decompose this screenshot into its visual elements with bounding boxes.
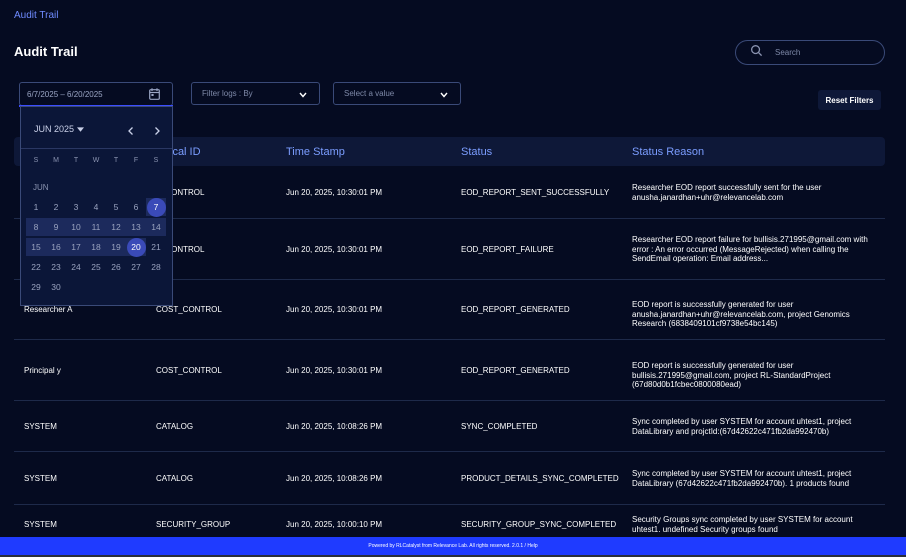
weekday-label: F	[133, 157, 139, 164]
calendar-day[interactable]: 27	[126, 258, 146, 276]
weekday-label: W	[92, 157, 100, 164]
cell-timestamp: Jun 20, 2025, 10:08:26 PM	[286, 422, 383, 431]
calendar-day[interactable]: 28	[146, 258, 166, 276]
cell-user: SYSTEM	[24, 474, 57, 483]
cell-status: EOD_REPORT_GENERATED	[461, 305, 570, 314]
cell-status-reason: Sync completed by user SYSTEM for accoun…	[632, 469, 852, 488]
calendar-day[interactable]: 29	[26, 278, 46, 296]
calendar-day[interactable]: 3	[66, 198, 86, 216]
chevron-right-icon[interactable]	[152, 123, 162, 135]
value-select[interactable]: Select a value	[333, 82, 461, 105]
calendar-day[interactable]: 10	[66, 218, 86, 236]
calendar-day[interactable]: 4	[86, 198, 106, 216]
calendar-day[interactable]: 1	[26, 198, 46, 216]
weekday-label: M	[53, 157, 59, 164]
table-row: SYSTEM CATALOG Jun 20, 2025, 10:08:26 PM SY…	[14, 401, 885, 452]
breadcrumb[interactable]: Audit Trail	[14, 10, 58, 21]
calendar-day[interactable]: 26	[106, 258, 126, 276]
cell-timestamp: Jun 20, 2025, 10:30:01 PM	[286, 366, 383, 375]
calendar-day[interactable]: 21	[146, 238, 166, 256]
caret-down-icon	[77, 126, 85, 132]
cell-status-reason: EOD report is successfully generated for…	[632, 361, 831, 389]
calendar-day[interactable]: 2	[46, 198, 66, 216]
calendar-day[interactable]: 8	[26, 218, 46, 236]
cell-status: PRODUCT_DETAILS_SYNC_COMPLETED	[461, 474, 619, 483]
calendar-day[interactable]: 14	[146, 218, 166, 236]
calendar-day[interactable]: 6	[126, 198, 146, 216]
cell-timestamp: Jun 20, 2025, 10:30:01 PM	[286, 305, 383, 314]
weekday-label: S	[153, 157, 159, 164]
reset-filters-button[interactable]: Reset Filters	[818, 90, 881, 110]
filter-by-select[interactable]: Filter logs : By	[191, 82, 320, 105]
calendar-day[interactable]: 30	[46, 278, 66, 296]
column-header-logical-id[interactable]: ical ID	[170, 146, 201, 158]
calendar-day[interactable]: 23	[46, 258, 66, 276]
calendar-day[interactable]: 13	[126, 218, 146, 236]
cell-logical-id: CATALOG	[156, 422, 194, 431]
table-row: SYSTEM CATALOG Jun 20, 2025, 10:08:26 PM PR…	[14, 452, 885, 505]
filter-by-placeholder: Filter logs : By	[202, 89, 253, 98]
date-range-value: 6/7/2025 – 6/20/2025	[27, 89, 103, 99]
calendar-icon[interactable]	[149, 88, 160, 100]
weekday-label: T	[73, 157, 79, 164]
search-box[interactable]	[735, 40, 885, 65]
cell-user: SYSTEM	[24, 520, 57, 529]
search-input[interactable]	[775, 48, 875, 57]
page-title: Audit Trail	[14, 44, 78, 59]
cell-timestamp: Jun 20, 2025, 10:08:26 PM	[286, 474, 383, 483]
cell-logical-id: SECURITY_GROUP	[156, 520, 231, 529]
column-header-timestamp[interactable]: Time Stamp	[286, 146, 345, 158]
cell-timestamp: Jun 20, 2025, 10:00:10 PM	[286, 520, 383, 529]
column-header-status-reason[interactable]: Status Reason	[632, 146, 704, 158]
cell-status-reason: Security Groups sync completed by user S…	[632, 515, 853, 534]
calendar-day[interactable]: 24	[66, 258, 86, 276]
calendar-day[interactable]: 9	[46, 218, 66, 236]
calendar-day[interactable]: 12	[106, 218, 126, 236]
chevron-down-icon	[440, 91, 448, 98]
table-row: Principal y COST_CONTROL Jun 20, 2025, 10:…	[14, 340, 885, 401]
weekday-label: T	[113, 157, 119, 164]
cell-status-reason: EOD report is successfully generated for…	[632, 300, 850, 328]
calendar-day[interactable]: 20	[126, 238, 146, 256]
calendar-day[interactable]: 22	[26, 258, 46, 276]
month-year-selector[interactable]: JUN 2025	[34, 124, 85, 134]
calendar-day[interactable]: 15	[26, 238, 46, 256]
value-placeholder: Select a value	[344, 89, 395, 98]
calendar-day[interactable]: 5	[106, 198, 126, 216]
cell-status: SYNC_COMPLETED	[461, 422, 538, 431]
cell-status: EOD_REPORT_FAILURE	[461, 245, 554, 254]
date-picker-popup: JUN 2025 SMTWTFS JUN 1 2 3 4 5 6 7 8 9 10 11 12 13 14…	[20, 106, 173, 306]
cell-status-reason: Researcher EOD report failure for bullis…	[632, 235, 868, 263]
calendar-day[interactable]: 19	[106, 238, 126, 256]
chevron-left-icon[interactable]	[126, 123, 136, 135]
calendar-day[interactable]: 25	[86, 258, 106, 276]
date-range-picker[interactable]: 6/7/2025 – 6/20/2025	[19, 82, 173, 106]
cell-status-reason: Researcher EOD report successfully sent …	[632, 183, 822, 202]
calendar-day[interactable]: 17	[66, 238, 86, 256]
search-icon	[750, 44, 763, 62]
cell-logical-id: COST_CONTROL	[156, 366, 222, 375]
cell-status: EOD_REPORT_GENERATED	[461, 366, 570, 375]
cell-user: Researcher A	[24, 305, 73, 314]
chevron-down-icon	[299, 91, 307, 98]
footer: Powered by RLCatalyst from Relevance Lab…	[0, 537, 906, 555]
cell-user: Principal y	[24, 366, 61, 375]
cell-logical-id: CATALOG	[156, 474, 194, 483]
cell-status: EOD_REPORT_SENT_SUCCESSFULLY	[461, 188, 610, 197]
calendar-day[interactable]: 18	[86, 238, 106, 256]
cell-status: SECURITY_GROUP_SYNC_COMPLETED	[461, 520, 617, 529]
month-year-label: JUN 2025	[34, 124, 75, 134]
calendar-day[interactable]: 16	[46, 238, 66, 256]
cell-logical-id: COST_CONTROL	[156, 305, 222, 314]
weekday-label: S	[33, 157, 39, 164]
cell-status-reason: Sync completed by user SYSTEM for accoun…	[632, 417, 852, 436]
calendar-day[interactable]: 11	[86, 218, 106, 236]
cell-user: SYSTEM	[24, 422, 57, 431]
column-header-status[interactable]: Status	[461, 146, 492, 158]
cell-timestamp: Jun 20, 2025, 10:30:01 PM	[286, 245, 383, 254]
calendar-month-label: JUN	[33, 183, 49, 192]
calendar-divider	[21, 148, 172, 149]
cell-timestamp: Jun 20, 2025, 10:30:01 PM	[286, 188, 383, 197]
calendar-day[interactable]: 7	[146, 198, 166, 216]
